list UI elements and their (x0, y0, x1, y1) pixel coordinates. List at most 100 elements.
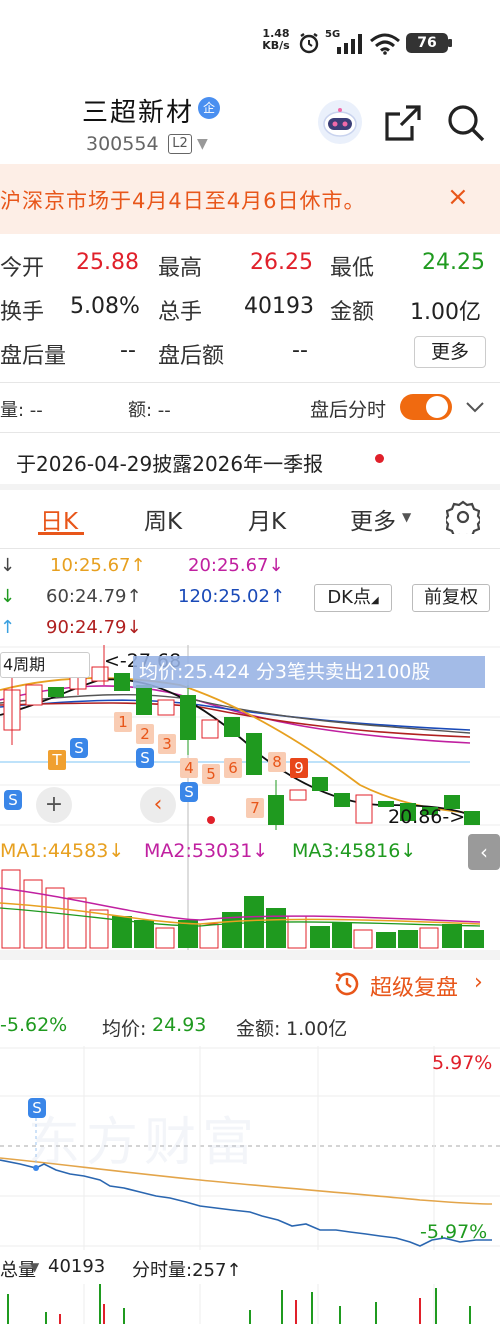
quote-volume-label: 总手 (158, 300, 203, 325)
quote-afterhours-amount-value: -- (292, 338, 308, 363)
intraday-avg-value: 24.93 (152, 1014, 207, 1036)
chevron-left-icon[interactable]: ‹ (140, 787, 176, 823)
volume-ma2: MA2:53031↓ (144, 840, 269, 862)
low-price-label: 20.86-> (388, 806, 466, 828)
quote-high-value: 26.25 (250, 250, 313, 275)
dk-point-label: DK点 (327, 587, 371, 608)
caret-down-icon[interactable]: ▼ (30, 1260, 39, 1274)
replay-clock-icon (332, 969, 362, 1003)
search-icon[interactable] (446, 103, 486, 147)
signal-marker[interactable]: 2 (136, 724, 154, 744)
ma120-value: 120:25.02↑ (178, 586, 286, 607)
chevron-right-icon[interactable]: › (474, 970, 483, 995)
sell-signal-icon[interactable]: S (28, 1098, 46, 1118)
ma60-value: 60:24.79↑ (46, 586, 142, 607)
tab-month-k[interactable]: 月K (248, 502, 286, 536)
divider (0, 548, 500, 549)
stock-name: 三超新材 (82, 98, 195, 128)
quote-volume-value: 40193 (244, 294, 314, 319)
tab-more[interactable]: 更多 (350, 502, 396, 536)
ma5-arrow: ↓ (0, 555, 16, 576)
ma-green-arrow: ↓ (0, 586, 16, 607)
stock-code: 300554 (86, 133, 159, 155)
enterprise-badge[interactable]: 企 (198, 97, 220, 119)
dk-point-button[interactable]: DK点◢ (314, 584, 392, 612)
network-speed: 1.48 KB/s (258, 28, 294, 52)
alarm-icon (297, 31, 321, 59)
caret-down-icon[interactable]: ▼ (402, 510, 411, 524)
t-signal-icon[interactable]: T (48, 750, 66, 770)
sell-signal-icon[interactable]: S (70, 738, 88, 758)
tab-week-k[interactable]: 周K (144, 502, 182, 536)
trade-tooltip: 均价:25.424 分3笔共卖出2100股 (133, 656, 485, 688)
zoom-in-button[interactable]: + (36, 787, 72, 823)
period-tag[interactable]: 4周期 (0, 652, 90, 678)
signal-marker[interactable]: 4 (180, 758, 198, 778)
quote-afterhours-amount-label: 盘后额 (158, 344, 225, 369)
battery-tip (448, 39, 452, 47)
ma10-value: 10:25.67↑ (50, 555, 146, 576)
sell-signal-icon[interactable]: S (180, 782, 198, 802)
ma90-value: 90:24.79↓ (46, 617, 142, 638)
notice-text: 沪深京市场于4月4日至4月6日休市。 (0, 189, 366, 213)
intraday-bottom-pct: -5.97% (420, 1221, 488, 1243)
unread-dot (375, 454, 384, 463)
quote-afterhours-volume-label: 盘后量 (0, 344, 67, 369)
signal-marker[interactable]: 8 (268, 752, 286, 772)
after-hours-amount: 额: -- (128, 400, 171, 421)
watermark: 东方财富 (28, 1113, 261, 1173)
signal-marker[interactable]: 5 (202, 764, 220, 784)
quote-open-label: 今开 (0, 256, 45, 281)
active-tab-indicator (38, 532, 84, 535)
sell-signal-icon[interactable]: S (136, 748, 154, 768)
minute-volume: 分时量:257↑ (132, 1260, 242, 1281)
section-separator (0, 950, 500, 960)
expand-chevron-left-icon[interactable]: ‹ (468, 834, 500, 870)
gear-icon[interactable] (443, 500, 483, 540)
quote-low-label: 最低 (330, 256, 375, 281)
close-icon[interactable]: × (447, 182, 469, 212)
toggle-knob (426, 396, 448, 418)
section-separator (0, 484, 500, 490)
intraday-volume-chart (7, 1284, 471, 1324)
super-replay-link[interactable]: 超级复盘 (370, 970, 458, 1002)
tab-day-k[interactable]: 日K (40, 502, 78, 536)
signal-marker[interactable]: 7 (246, 798, 264, 818)
signal-marker[interactable]: 6 (224, 758, 242, 778)
quote-more-button[interactable]: 更多 (414, 336, 486, 368)
quote-low-value: 24.25 (422, 250, 485, 275)
level2-badge[interactable]: L2 (168, 134, 192, 154)
intraday-amount-label: 金额: (236, 1018, 281, 1040)
announcement-text[interactable]: 于2026-04-29披露2026年一季报 (16, 448, 323, 477)
after-hours-volume: 量: -- (0, 400, 43, 421)
divider (0, 432, 500, 433)
battery-indicator: 76 (406, 33, 448, 53)
adjust-mode-button[interactable]: 前复权 (412, 584, 490, 612)
sell-signal-icon[interactable]: S (4, 790, 22, 810)
share-icon[interactable] (384, 104, 422, 146)
quote-afterhours-volume-value: -- (120, 338, 136, 363)
intraday-change: -5.62% (0, 1014, 68, 1036)
wifi-icon (369, 33, 401, 59)
volume-chart[interactable] (0, 868, 500, 950)
divider (0, 382, 500, 383)
signal-marker[interactable]: 1 (114, 712, 132, 732)
quote-turnover-label: 换手 (0, 300, 45, 325)
intraday-avg-label: 均价: (102, 1018, 147, 1040)
volume-ma1: MA1:44583↓ (0, 840, 125, 862)
signal-marker[interactable]: 9 (290, 758, 308, 778)
intraday-top-pct: 5.97% (432, 1052, 493, 1074)
chevron-down-icon[interactable]: ▼ (197, 136, 208, 152)
intraday-amount-value: 1.00亿 (286, 1018, 348, 1040)
speed-unit: KB/s (262, 39, 290, 52)
quote-amount-value: 1.00亿 (410, 300, 481, 325)
quote-amount-label: 金额 (330, 300, 375, 325)
quote-high-label: 最高 (158, 256, 203, 281)
ma-blue-arrow: ↑ (0, 617, 16, 638)
5g-signal-icon (336, 33, 364, 59)
chevron-down-icon[interactable] (464, 396, 486, 422)
signal-marker[interactable]: 3 (158, 734, 176, 754)
ma20-value: 20:25.67↓ (188, 555, 284, 576)
quote-turnover-value: 5.08% (70, 294, 140, 319)
ai-assistant-icon[interactable] (318, 100, 362, 144)
